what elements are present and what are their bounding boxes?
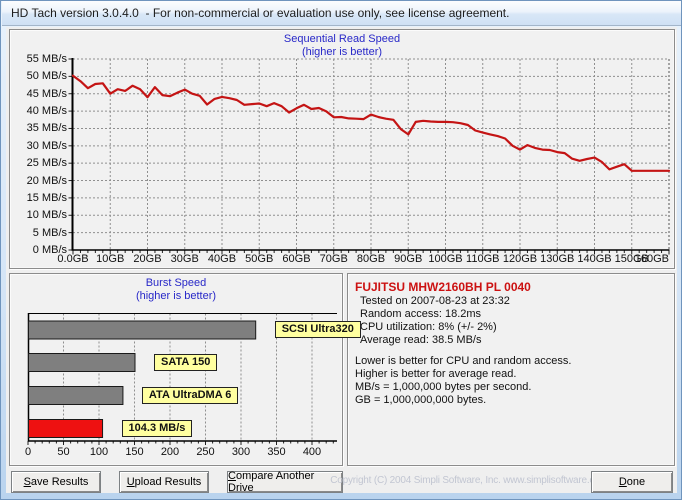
button-label: Done <box>618 476 646 488</box>
average-read-line: Average read: 38.5 MB/s <box>360 334 482 346</box>
drive-info-panel: FUJITSU MHW2160BH PL 0040 Tested on 2007… <box>347 273 675 466</box>
cpu-utilization-line: CPU utilization: 8% (+/- 2%) <box>360 321 497 333</box>
note-line: Lower is better for CPU and random acces… <box>355 355 572 367</box>
chart-subtitle-text: (higher is better) <box>301 46 383 58</box>
chart-title-text: Sequential Read Speed <box>283 33 401 45</box>
tested-on-line: Tested on 2007-08-23 at 23:32 <box>360 295 510 307</box>
note-line: GB = 1,000,000,000 bytes. <box>355 394 487 406</box>
done-button[interactable]: Done <box>591 471 673 493</box>
note-line: MB/s = 1,000,000 bytes per second. <box>355 381 532 393</box>
button-label: Compare Another Drive <box>228 470 315 494</box>
chart-subtitle-text: (higher is better) <box>135 290 217 302</box>
note-line: Higher is better for average read. <box>355 368 517 380</box>
random-access-line: Random access: 18.2ms <box>360 308 482 320</box>
burst-speed-chart-title: Burst Speed (higher is better) <box>10 277 342 303</box>
burst-speed-panel: Burst Speed (higher is better) <box>9 273 343 466</box>
window-title: HD Tach version 3.0.4.0 - For non-commer… <box>11 6 510 20</box>
chart-title-text: Burst Speed <box>145 277 207 289</box>
sequential-read-chart-title: Sequential Read Speed (higher is better) <box>10 33 674 59</box>
sequential-read-panel: Sequential Read Speed (higher is better) <box>9 29 675 269</box>
button-label: Save Results <box>23 476 89 488</box>
copyright-text: Copyright (C) 2004 Simpli Software, Inc.… <box>330 475 608 486</box>
upload-results-button[interactable]: Upload Results <box>119 471 209 493</box>
app-window: HD Tach version 3.0.4.0 - For non-commer… <box>0 0 682 500</box>
save-results-button[interactable]: Save Results <box>11 471 101 493</box>
button-label: Upload Results <box>126 476 202 488</box>
window-titlebar: HD Tach version 3.0.4.0 - For non-commer… <box>2 1 681 26</box>
drive-name: FUJITSU MHW2160BH PL 0040 <box>355 280 531 294</box>
compare-another-drive-button[interactable]: Compare Another Drive <box>227 470 343 494</box>
